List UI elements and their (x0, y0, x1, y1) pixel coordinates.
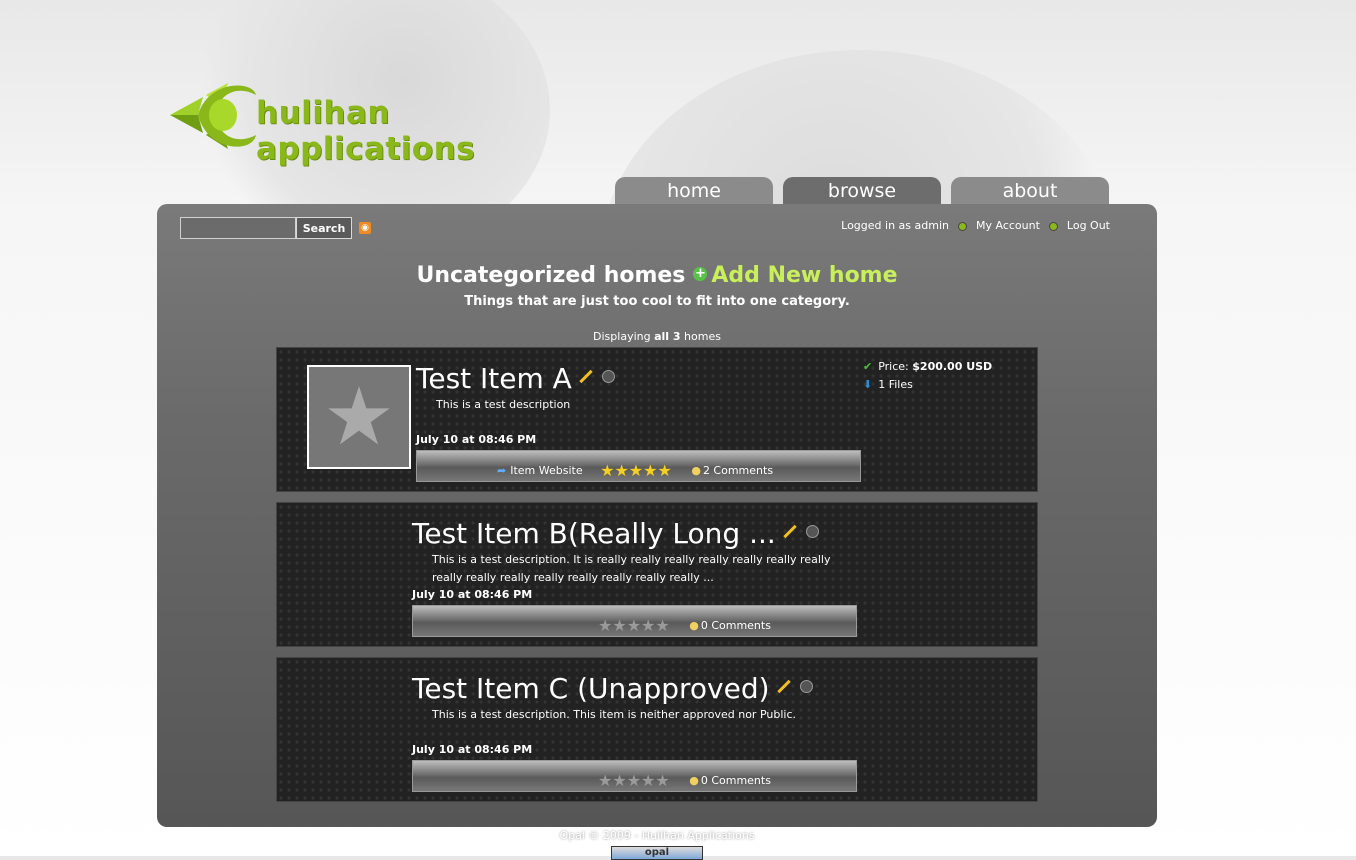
delete-icon[interactable] (805, 524, 819, 538)
logo[interactable]: hulihan applications (168, 75, 588, 167)
item-price: ✔ Price: $200.00 USD (863, 360, 992, 373)
item-action-bar: ★★★★★ ● 0 Comments (412, 760, 857, 792)
rss-icon[interactable]: ◉ (359, 222, 371, 234)
footer-text: Opal © 2009 - Hulihan Applications (559, 829, 755, 842)
item-description: This is a test description (436, 398, 571, 411)
add-icon[interactable]: + (693, 267, 708, 281)
page-title-row: Uncategorized homes + Add New home (157, 263, 1157, 288)
item-date: July 10 at 08:46 PM (412, 743, 533, 756)
list-item: ★ Test Item A This is a test description… (276, 347, 1038, 492)
rating-stars[interactable]: ★★★★★ (600, 461, 672, 480)
item-description: This is a test description. This item is… (432, 708, 796, 721)
brand-name: hulihan applications (256, 95, 476, 167)
download-icon: ⬇ (863, 378, 873, 391)
delete-icon[interactable] (601, 369, 615, 383)
item-title[interactable]: Test Item A (416, 362, 572, 395)
item-action-bar: ➦ Item Website ★★★★★ ● 2 Comments (416, 450, 861, 482)
list-item: Test Item C (Unapproved) This is a test … (276, 657, 1038, 802)
comment-icon: ● (691, 464, 701, 477)
item-date: July 10 at 08:46 PM (412, 588, 533, 601)
edit-icon[interactable] (776, 679, 791, 693)
rating-stars[interactable]: ★★★★★ (598, 616, 670, 635)
log-out-link[interactable]: Log Out (1067, 219, 1110, 232)
display-prefix: Displaying (593, 330, 651, 343)
logo-emblem-icon (170, 83, 256, 149)
comments-link[interactable]: 2 Comments (703, 464, 773, 477)
search-button[interactable]: Search (296, 217, 352, 239)
tab-home[interactable]: home (615, 177, 773, 205)
comments-link[interactable]: 0 Comments (701, 619, 771, 632)
display-suffix: homes (684, 330, 721, 343)
item-title-row: Test Item C (Unapproved) (412, 672, 813, 705)
search-input[interactable] (180, 217, 296, 239)
comment-icon: ● (689, 619, 699, 632)
tab-about[interactable]: about (951, 177, 1109, 205)
price-label: Price: (878, 360, 909, 373)
separator-dot-icon (1048, 221, 1058, 231)
item-title[interactable]: Test Item C (Unapproved) (412, 672, 770, 705)
files-count: 1 Files (878, 378, 913, 391)
edit-icon[interactable] (783, 524, 797, 538)
star-image-icon: ★ (323, 370, 395, 463)
page-title: Uncategorized homes (416, 263, 686, 288)
item-website-link[interactable]: Item Website (510, 464, 582, 477)
item-title[interactable]: Test Item B(Really Long ... (412, 517, 776, 550)
delete-icon[interactable] (799, 679, 813, 693)
external-link-icon: ➦ (497, 464, 507, 477)
opal-badge[interactable]: opal (611, 846, 703, 860)
add-new-link[interactable]: Add New home (711, 263, 897, 288)
item-description: This is a test description. It is really… (432, 553, 831, 584)
item-date: July 10 at 08:46 PM (416, 433, 537, 446)
check-icon: ✔ (863, 360, 873, 373)
user-bar: Logged in as admin My Account Log Out (790, 219, 1110, 232)
main-nav: home browse about (615, 177, 1109, 205)
item-files[interactable]: ⬇ 1 Files (863, 378, 913, 391)
my-account-link[interactable]: My Account (976, 219, 1040, 232)
item-title-row: Test Item B(Really Long ... (412, 517, 819, 550)
price-value: $200.00 USD (912, 360, 993, 373)
display-count-value: all 3 (654, 330, 681, 343)
logged-in-text: Logged in as admin (841, 219, 949, 232)
comments-link[interactable]: 0 Comments (701, 774, 771, 787)
page-subtitle: Things that are just too cool to fit int… (464, 294, 850, 309)
tab-browse[interactable]: browse (783, 177, 941, 205)
rating-stars[interactable]: ★★★★★ (598, 771, 670, 790)
display-count: Displaying all 3 homes (157, 330, 1157, 343)
item-title-row: Test Item A (416, 362, 615, 395)
comment-icon: ● (689, 774, 699, 787)
edit-icon[interactable] (579, 369, 593, 383)
list-item: Test Item B(Really Long ... This is a te… (276, 502, 1038, 647)
separator-dot-icon (957, 221, 967, 231)
item-thumbnail[interactable]: ★ (307, 365, 411, 469)
item-action-bar: ★★★★★ ● 0 Comments (412, 605, 857, 637)
